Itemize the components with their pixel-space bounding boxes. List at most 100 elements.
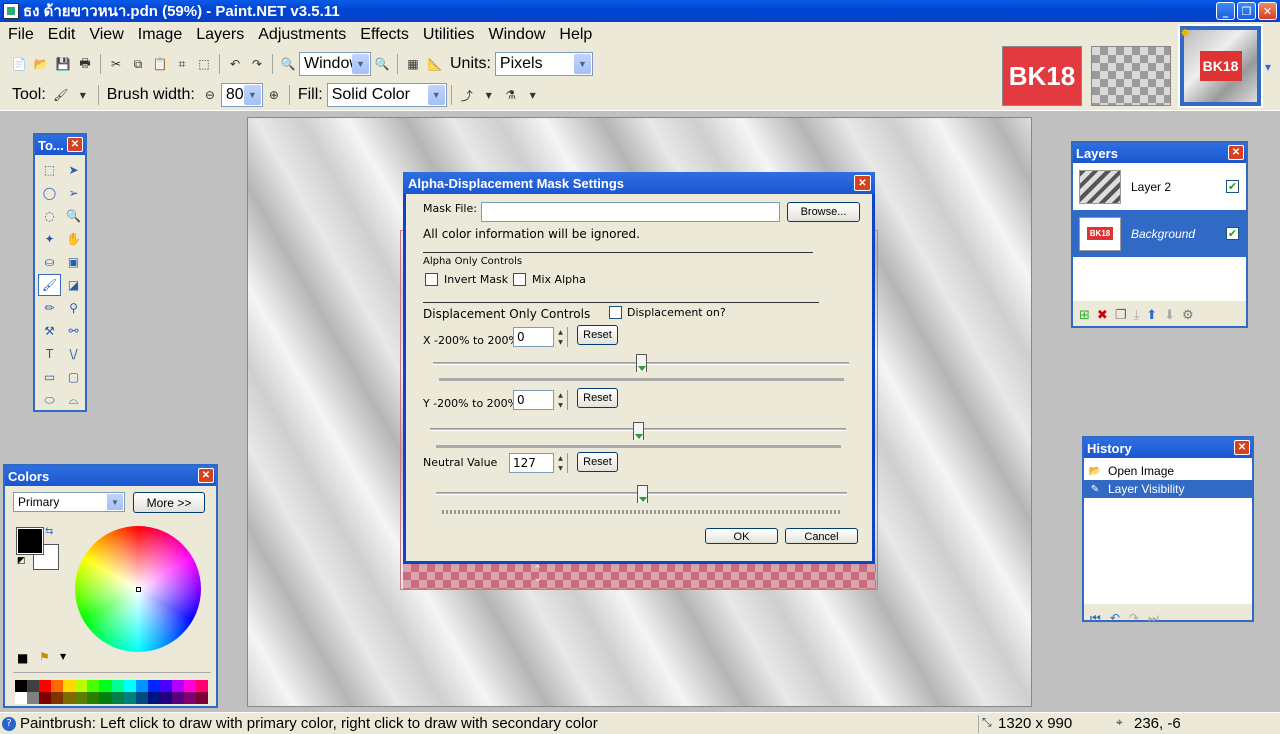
history-window-header[interactable]: History ✕	[1084, 438, 1252, 458]
reset-colors-icon[interactable]: ◩	[17, 556, 26, 566]
palette-swatch[interactable]	[75, 680, 88, 692]
spin-down-icon[interactable]: ▼	[558, 402, 563, 409]
pan-icon[interactable]: ✋	[62, 228, 85, 250]
chevron-down-icon[interactable]: ▼	[481, 87, 497, 103]
x-reset-button[interactable]: Reset	[577, 325, 618, 345]
close-icon[interactable]: ✕	[1234, 440, 1250, 455]
palette-swatch[interactable]	[147, 680, 160, 692]
rulers-icon[interactable]: 📐	[427, 56, 443, 72]
menu-effects[interactable]: Effects	[353, 26, 416, 44]
layer-item[interactable]: BK18 Background ✔	[1073, 210, 1246, 257]
palette-swatch[interactable]	[195, 680, 208, 692]
palette-swatch[interactable]	[147, 692, 160, 704]
grid-icon[interactable]: ▦	[405, 56, 421, 72]
merge-down-icon[interactable]: ⤓	[1133, 308, 1139, 323]
x-value-input[interactable]: 0 ▲ ▼	[513, 327, 568, 347]
move-selection-icon[interactable]: ➢	[62, 182, 85, 204]
delete-layer-icon[interactable]: ✖	[1097, 308, 1108, 323]
dialog-header[interactable]: Alpha-Displacement Mask Settings ✕	[403, 172, 875, 194]
chevron-down-icon[interactable]: ▼	[75, 87, 91, 103]
pencil-icon[interactable]: ✏	[38, 297, 61, 319]
palette-swatch[interactable]	[39, 680, 52, 692]
spin-up-icon[interactable]: ▲	[558, 329, 563, 336]
menu-window[interactable]: Window	[481, 26, 552, 44]
menu-help[interactable]: Help	[552, 26, 599, 44]
rectangle-icon[interactable]: ▭	[38, 366, 61, 388]
palette-swatch[interactable]	[63, 692, 76, 704]
paint-bucket-icon[interactable]: ⛀	[38, 251, 61, 273]
duplicate-layer-icon[interactable]: ❐	[1115, 308, 1127, 323]
tools-window-header[interactable]: To... ✕	[35, 135, 85, 155]
palette-swatch[interactable]	[99, 692, 112, 704]
move-down-icon[interactable]: ⬇	[1164, 308, 1175, 323]
menu-layers[interactable]: Layers	[189, 26, 251, 44]
y-value-input[interactable]: 0 ▲ ▼	[513, 390, 568, 410]
menu-file[interactable]: File	[0, 26, 41, 44]
clone-stamp-icon[interactable]: ⚒	[38, 320, 61, 342]
palette-swatch[interactable]	[51, 692, 64, 704]
palette-swatch[interactable]	[123, 692, 136, 704]
open-icon[interactable]: 📂	[33, 56, 49, 72]
palette-swatch[interactable]	[87, 680, 100, 692]
paste-icon[interactable]: 📋	[152, 56, 168, 72]
displacement-on-checkbox[interactable]	[609, 306, 622, 319]
deselect-icon[interactable]: ⬚	[196, 56, 212, 72]
ellipse-icon[interactable]: ⬭	[38, 389, 61, 411]
color-picker-icon[interactable]: ⚲	[62, 297, 85, 319]
tab-list-chevron-icon[interactable]: ▾	[1265, 60, 1271, 74]
layer-properties-icon[interactable]: ⚙	[1182, 308, 1194, 323]
color-palette[interactable]	[15, 680, 208, 704]
palette-swatch[interactable]	[99, 680, 112, 692]
palette-swatch[interactable]	[63, 680, 76, 692]
neutral-slider-thumb[interactable]	[636, 485, 648, 503]
zoom-combo[interactable]: Window ▼	[299, 52, 371, 76]
palette-swatch[interactable]	[39, 692, 52, 704]
chevron-down-icon[interactable]: ▼	[243, 85, 261, 105]
close-icon[interactable]: ✕	[198, 468, 214, 483]
close-button[interactable]: ✕	[1258, 2, 1277, 20]
palette-swatch[interactable]	[27, 692, 40, 704]
zoom-in-icon[interactable]: 🔍	[374, 56, 390, 72]
x-slider-thumb[interactable]	[636, 354, 647, 372]
palette-swatch[interactable]	[171, 680, 184, 692]
palette-swatch[interactable]	[135, 692, 148, 704]
x-spinner[interactable]: ▲ ▼	[553, 327, 567, 347]
cancel-button[interactable]: Cancel	[785, 528, 858, 544]
neutral-reset-button[interactable]: Reset	[577, 452, 618, 472]
redo-icon[interactable]: ↷	[1129, 611, 1139, 625]
palette-menu-icon[interactable]: ⚑	[39, 650, 50, 664]
spin-down-icon[interactable]: ▼	[558, 465, 563, 472]
more-colors-button[interactable]: More >>	[133, 492, 205, 513]
chevron-down-icon[interactable]: ▼	[573, 54, 591, 74]
chevron-down-icon[interactable]: ▼	[60, 652, 66, 661]
chevron-down-icon[interactable]: ▼	[427, 85, 445, 105]
palette-swatch[interactable]	[15, 680, 28, 692]
y-reset-button[interactable]: Reset	[577, 388, 618, 408]
palette-swatch[interactable]	[159, 680, 172, 692]
palette-swatch[interactable]	[111, 680, 124, 692]
chevron-down-icon[interactable]: ▼	[352, 54, 369, 74]
increase-icon[interactable]: ⊕	[266, 87, 282, 103]
rewind-icon[interactable]: ⏮	[1090, 611, 1101, 626]
palette-swatch[interactable]	[15, 692, 28, 704]
chevron-down-icon[interactable]: ▼	[525, 87, 541, 103]
close-icon[interactable]: ✕	[1228, 145, 1244, 160]
browse-button[interactable]: Browse...	[787, 202, 860, 222]
layers-window-header[interactable]: Layers ✕	[1073, 143, 1246, 163]
antialiasing-icon[interactable]: ⤴	[459, 87, 475, 103]
move-selected-icon[interactable]: ➤	[62, 159, 85, 181]
invert-mask-checkbox[interactable]	[425, 273, 438, 286]
palette-swatch[interactable]	[171, 692, 184, 704]
mix-alpha-checkbox[interactable]	[513, 273, 526, 286]
image-tab-transparent[interactable]	[1091, 46, 1171, 106]
history-item[interactable]: 📂 Open Image	[1084, 462, 1252, 480]
y-spinner[interactable]: ▲ ▼	[553, 390, 567, 410]
palette-swatch[interactable]	[111, 692, 124, 704]
ellipse-select-icon[interactable]: ◌	[38, 205, 61, 227]
rectangle-select-icon[interactable]: ⬚	[38, 159, 61, 181]
ok-button[interactable]: OK	[705, 528, 778, 544]
copy-icon[interactable]: ⧉	[130, 56, 146, 72]
recolor-icon[interactable]: ⚯	[62, 320, 85, 342]
brush-width-combo[interactable]: 80 ▼	[220, 83, 263, 107]
y-slider-thumb[interactable]	[633, 422, 644, 440]
